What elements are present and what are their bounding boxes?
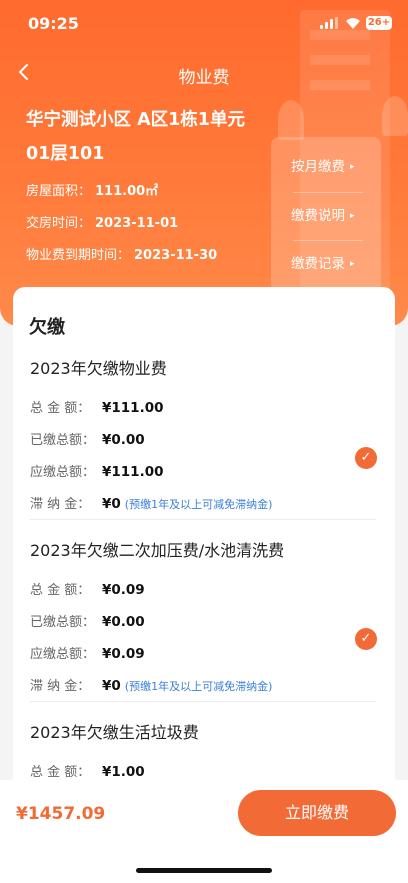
fee-group-title: 2023年欠缴二次加压费/水池清洗费 [30,541,285,560]
section-title: 欠缴 [29,317,65,338]
fee-label: 已缴总额： [30,615,96,630]
fee-value: ¥111.00 [102,400,164,416]
fee-row: 总 金 额： ¥111.00 [30,397,164,416]
divider [30,701,376,702]
fee-row: 滞 纳 金： ¥0 (预缴1年及以上可减免滞纳金) [30,493,272,512]
late-fee-note: (预缴1年及以上可减免滞纳金) [124,680,273,693]
fee-row: 总 金 额： ¥1.00 [30,761,145,780]
fee-label: 滞 纳 金： [30,497,91,512]
divider [30,519,376,520]
nav-bar: 物业费 [0,52,408,96]
fee-value: ¥0 [102,496,121,512]
fee-label: 总 金 额： [30,583,91,598]
monthly-pay-button[interactable]: 按月缴费 ▸ [271,144,381,190]
fee-label: 总 金 额： [30,401,91,416]
pay-now-button[interactable]: 立即缴费 [238,790,396,836]
fee-group-title: 2023年欠缴生活垃圾费 [30,723,199,742]
fee-label: 总 金 额： [30,765,91,780]
property-address: 华宁测试小区 A区1栋1单元01层101 [26,110,245,164]
fee-value: ¥0 [102,678,121,694]
pay-instructions-button[interactable]: 缴费说明 ▸ [271,193,381,239]
fee-row: 已缴总额： ¥0.00 [30,429,145,448]
fee-label: 已缴总额： [30,433,96,448]
check-icon[interactable]: ✓ [355,447,377,469]
triangle-right-icon: ▸ [350,259,355,269]
handover-info: 交房时间： 2023-11-01 [26,212,178,231]
fee-value: ¥111.00 [102,464,164,480]
fee-row: 滞 纳 金： ¥0 (预缴1年及以上可减免滞纳金) [30,675,272,694]
signal-icon [320,17,338,29]
fee-value: ¥0.09 [102,582,145,598]
fee-value: ¥1.00 [102,764,145,780]
fee-row: 已缴总额： ¥0.00 [30,611,145,630]
expire-info: 物业费到期时间： 2023-11-30 [26,244,217,263]
fee-value: ¥0.09 [102,646,145,662]
pay-records-button[interactable]: 缴费记录 ▸ [271,241,381,287]
pay-records-label: 缴费记录 [291,256,345,272]
battery-icon: 26+ [366,16,392,30]
status-bar: 09:25 26+ [0,0,408,48]
late-fee-note: (预缴1年及以上可减免滞纳金) [124,498,273,511]
arrears-card: 欠缴 2023年欠缴物业费 总 金 额： ¥111.00 已缴总额： ¥0.00 应… [13,287,395,807]
expire-value: 2023-11-30 [134,248,218,263]
fee-label: 滞 纳 金： [30,679,91,694]
triangle-right-icon: ▸ [350,211,355,221]
tree-decoration [382,96,408,136]
fee-group-title: 2023年欠缴物业费 [30,359,167,378]
triangle-right-icon: ▸ [350,162,355,172]
total-amount: ¥1457.09 [16,804,106,824]
page-title: 物业费 [178,68,230,88]
fee-row: 应缴总额： ¥111.00 [30,461,164,480]
tree-decoration [278,100,304,140]
expire-label: 物业费到期时间： [26,248,131,263]
fee-value: ¥0.00 [102,432,145,448]
pay-instructions-label: 缴费说明 [291,208,345,224]
handover-label: 交房时间： [26,216,92,231]
fee-row: 应缴总额： ¥0.09 [30,643,145,662]
home-indicator[interactable] [136,868,272,873]
handover-value: 2023-11-01 [95,216,179,231]
fee-value: ¥0.00 [102,614,145,630]
fee-label: 应缴总额： [30,465,96,480]
check-icon[interactable]: ✓ [355,628,377,650]
monthly-pay-label: 按月缴费 [291,159,345,175]
fee-label: 应缴总额： [30,647,96,662]
wifi-icon [345,15,361,29]
area-label: 房屋面积： [26,184,92,199]
fee-row: 总 金 额： ¥0.09 [30,579,145,598]
side-menu: 按月缴费 ▸ 缴费说明 ▸ 缴费记录 ▸ [271,137,381,292]
area-value: 111.00㎡ [95,184,159,199]
status-time: 09:25 [28,14,79,33]
area-info: 房屋面积： 111.00㎡ [26,180,158,199]
